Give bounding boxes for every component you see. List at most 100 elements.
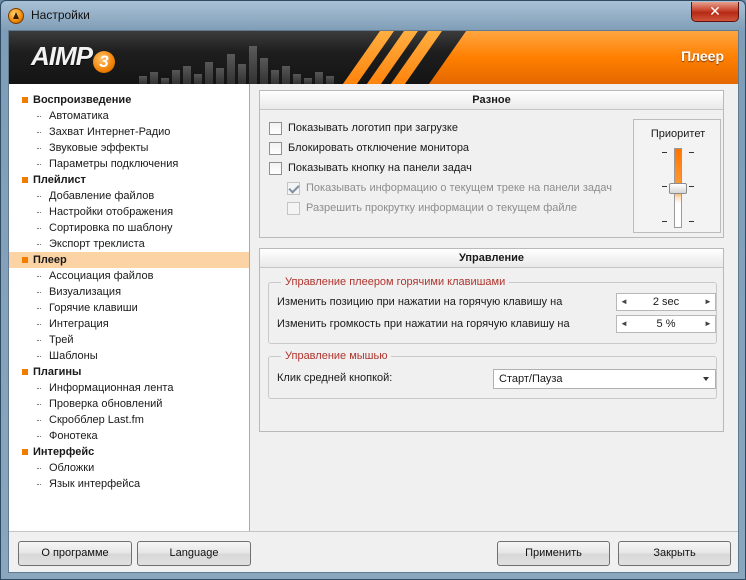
equalizer-bar (205, 62, 213, 84)
priority-slider-thumb[interactable] (669, 182, 687, 194)
tree-child-item[interactable]: Добавление файлов (9, 188, 249, 204)
checkbox-label: Показывать информацию о текущем треке на… (306, 182, 613, 194)
select-value: Старт/Пауза (499, 373, 563, 385)
tree-group-item[interactable]: Воспроизведение (9, 92, 249, 108)
checkbox[interactable] (269, 161, 282, 175)
equalizer-bar (271, 70, 279, 84)
equalizer-bar (172, 70, 180, 84)
priority-label: Приоритет (650, 128, 706, 140)
equalizer-bar (194, 74, 202, 84)
language-button[interactable]: Language (137, 541, 251, 566)
tree-child-item[interactable]: Горячие клавиши (9, 300, 249, 316)
window-close-button[interactable]: ✕ (691, 2, 739, 22)
control-panel: Управление Управление плеером горячими к… (259, 248, 724, 432)
aimp-logo-version: 3 (93, 51, 115, 73)
tree-group-item[interactable]: Интерфейс (9, 444, 249, 460)
chevron-left-icon[interactable]: ◄ (617, 294, 631, 310)
checkbox-label: Показывать кнопку на панели задач (288, 162, 472, 174)
dialog-footer: О программе Language Применить Закрыть (9, 531, 738, 572)
tree-group-item[interactable]: Плеер (9, 252, 249, 268)
equalizer-bar (238, 64, 246, 84)
player-settings-page: Разное Показывать логотип при загрузке Б… (251, 84, 738, 531)
tree-child-item[interactable]: Фонотека (9, 428, 249, 444)
checkbox[interactable] (287, 181, 300, 195)
middle-click-select[interactable]: Старт/Пауза (493, 369, 716, 389)
hotkeys-group: Управление плеером горячими клавишами Из… (268, 276, 717, 344)
aimp-app-icon (8, 8, 24, 24)
priority-box: Приоритет (633, 119, 721, 233)
hotkeys-group-legend: Управление плеером горячими клавишами (281, 276, 510, 288)
tree-child-item[interactable]: Трей (9, 332, 249, 348)
tree-child-item[interactable]: Проверка обновлений (9, 396, 249, 412)
tree-child-item[interactable]: Информационная лента (9, 380, 249, 396)
tree-child-item[interactable]: Сортировка по шаблону (9, 220, 249, 236)
equalizer-bar (249, 46, 257, 84)
checkbox-label: Блокировать отключение монитора (288, 142, 470, 154)
tree-group-item[interactable]: Плагины (9, 364, 249, 380)
tree-child-item[interactable]: Параметры подключения (9, 156, 249, 172)
tree-child-item[interactable]: Визуализация (9, 284, 249, 300)
hotkey-volume-label: Изменить громкость при нажатии на горячу… (277, 318, 570, 330)
equalizer-decoration (139, 34, 349, 84)
tree-child-item[interactable]: Шаблоны (9, 348, 249, 364)
tree-group-item[interactable]: Плейлист (9, 172, 249, 188)
checkbox-label: Разрешить прокрутку информации о текущем… (306, 202, 578, 214)
checkbox-taskbar-track-info[interactable]: Показывать информацию о текущем треке на… (287, 180, 612, 196)
equalizer-bar (183, 66, 191, 84)
tree-child-item[interactable]: Захват Интернет-Радио (9, 124, 249, 140)
misc-panel: Разное Показывать логотип при загрузке Б… (259, 90, 724, 238)
chevron-down-icon[interactable] (703, 377, 709, 381)
chevron-left-icon[interactable]: ◄ (617, 316, 631, 332)
hotkey-position-spinner[interactable]: ◄ 2 sec ► (616, 293, 716, 311)
title-bar[interactable]: Настройки ✕ (1, 1, 745, 30)
tree-child-item[interactable]: Автоматика (9, 108, 249, 124)
equalizer-bar (282, 66, 290, 84)
checkbox-label: Показывать логотип при загрузке (288, 122, 458, 134)
settings-frame: AIMP 3 Плеер Воспроизведение Автоматика За… (8, 30, 739, 573)
checkbox[interactable] (287, 201, 300, 215)
header-banner: AIMP 3 Плеер (9, 31, 738, 84)
hotkey-position-row: Изменить позицию при нажатии на горячую … (277, 293, 716, 311)
spinner-value: 5 % (656, 318, 676, 330)
middle-click-row: Клик средней кнопкой: Старт/Пауза (277, 369, 716, 389)
checkbox[interactable] (269, 141, 282, 155)
settings-tree: Воспроизведение Автоматика Захват Интернет… (9, 84, 250, 531)
hotkey-position-label: Изменить позицию при нажатии на горячую … (277, 296, 563, 308)
hotkey-volume-spinner[interactable]: ◄ 5 % ► (616, 315, 716, 333)
equalizer-bar (260, 58, 268, 84)
checkbox[interactable] (269, 121, 282, 135)
tree-child-item[interactable]: Язык интерфейса (9, 476, 249, 492)
equalizer-bar (326, 76, 334, 84)
hotkey-volume-row: Изменить громкость при нажатии на горячу… (277, 315, 716, 333)
chevron-right-icon[interactable]: ► (701, 294, 715, 310)
window-title: Настройки (31, 8, 90, 22)
checkbox-taskbar-button[interactable]: Показывать кнопку на панели задач (269, 160, 472, 176)
aimp-logo: AIMP (31, 41, 93, 71)
mouse-group-legend: Управление мышью (281, 350, 392, 362)
equalizer-bar (150, 72, 158, 84)
checkbox-block-monitor-off[interactable]: Блокировать отключение монитора (269, 140, 469, 156)
tree-child-item[interactable]: Звуковые эффекты (9, 140, 249, 156)
equalizer-bar (216, 68, 224, 84)
tree-child-item[interactable]: Настройки отображения (9, 204, 249, 220)
checkbox-show-logo[interactable]: Показывать логотип при загрузке (269, 120, 458, 136)
tree-child-item[interactable]: Скробблер Last.fm (9, 412, 249, 428)
tree-child-item[interactable]: Ассоциация файлов (9, 268, 249, 284)
settings-window: Настройки ✕ AIMP 3 Плеер Воспроизведение… (0, 0, 746, 580)
equalizer-bar (139, 76, 147, 84)
apply-button[interactable]: Применить (497, 541, 610, 566)
chevron-right-icon[interactable]: ► (701, 316, 715, 332)
section-title: Плеер (681, 48, 724, 64)
equalizer-bar (293, 74, 301, 84)
close-icon: ✕ (709, 3, 721, 19)
close-button[interactable]: Закрыть (618, 541, 731, 566)
tree-child-item[interactable]: Экспорт треклиста (9, 236, 249, 252)
about-button[interactable]: О программе (18, 541, 132, 566)
mouse-group: Управление мышью Клик средней кнопкой: С… (268, 350, 717, 399)
middle-click-label: Клик средней кнопкой: (277, 372, 393, 384)
equalizer-bar (315, 72, 323, 84)
checkbox-scroll-file-info[interactable]: Разрешить прокрутку информации о текущем… (287, 200, 577, 216)
tree-child-item[interactable]: Интеграция (9, 316, 249, 332)
tree-child-item[interactable]: Обложки (9, 460, 249, 476)
control-panel-title: Управление (260, 249, 723, 268)
